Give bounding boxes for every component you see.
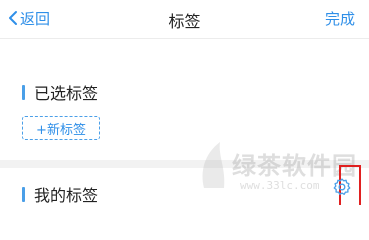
done-button[interactable]: 完成 [325, 8, 355, 29]
my-tags-title: 我的标签 [34, 186, 99, 205]
gear-icon [332, 177, 352, 201]
page-title: 标签 [168, 12, 201, 31]
navigation-bar: 返回 标签 完成 [0, 0, 369, 39]
selected-tags-header: 已选标签 [22, 80, 98, 104]
section-accent-bar [22, 186, 25, 202]
add-tag-button[interactable]: +新标签 [22, 116, 100, 140]
my-tags-header: 我的标签 [22, 182, 98, 206]
settings-button[interactable] [329, 176, 355, 202]
section-accent-bar [22, 84, 25, 100]
watermark-url: www.33lc.com [240, 179, 320, 192]
selected-tags-title: 已选标签 [34, 84, 99, 103]
